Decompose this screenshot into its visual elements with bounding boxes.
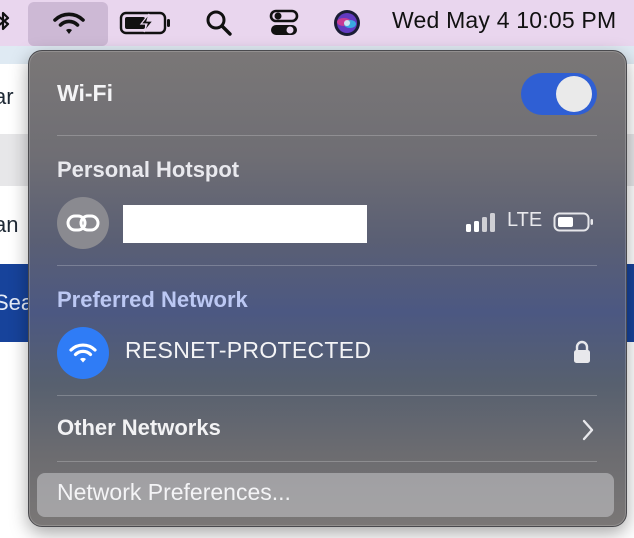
network-preferences-label[interactable]: Network Preferences...	[57, 479, 291, 506]
siri-icon[interactable]	[330, 0, 364, 46]
other-networks-label[interactable]: Other Networks	[57, 415, 221, 441]
cellular-signal-icon	[465, 211, 499, 238]
control-center-icon[interactable]	[266, 0, 302, 46]
divider	[57, 265, 597, 266]
hotspot-battery-icon	[553, 211, 595, 238]
wifi-toggle-knob	[556, 76, 592, 112]
wifi-toggle[interactable]	[521, 73, 597, 115]
menu-bar: Wed May 4 10:05 PM	[0, 0, 634, 46]
bluetooth-icon[interactable]	[0, 0, 14, 46]
chevron-right-icon[interactable]	[581, 418, 595, 447]
divider	[57, 135, 597, 136]
preferred-network-name[interactable]: RESNET-PROTECTED	[125, 337, 371, 364]
search-icon[interactable]	[202, 0, 236, 46]
lock-icon	[572, 340, 592, 369]
preferred-network-header: Preferred Network	[57, 287, 248, 312]
wifi-menu-panel: Wi-Fi Personal Hotspot LTE Preferred Net…	[28, 50, 627, 527]
network-type-label: LTE	[507, 209, 543, 231]
divider	[57, 395, 597, 396]
hotspot-link-icon[interactable]	[57, 197, 109, 249]
wifi-title: Wi-Fi	[57, 80, 113, 106]
wifi-icon[interactable]	[46, 0, 92, 46]
preferred-wifi-icon[interactable]	[57, 327, 109, 379]
divider	[57, 461, 597, 462]
personal-hotspot-header: Personal Hotspot	[57, 157, 240, 182]
battery-charging-icon[interactable]	[118, 0, 174, 46]
menubar-clock[interactable]: Wed May 4 10:05 PM	[392, 7, 616, 34]
background-text-fragment: an	[0, 212, 19, 237]
hotspot-device-name[interactable]	[123, 205, 367, 243]
background-text-fragment: ar	[0, 84, 14, 109]
